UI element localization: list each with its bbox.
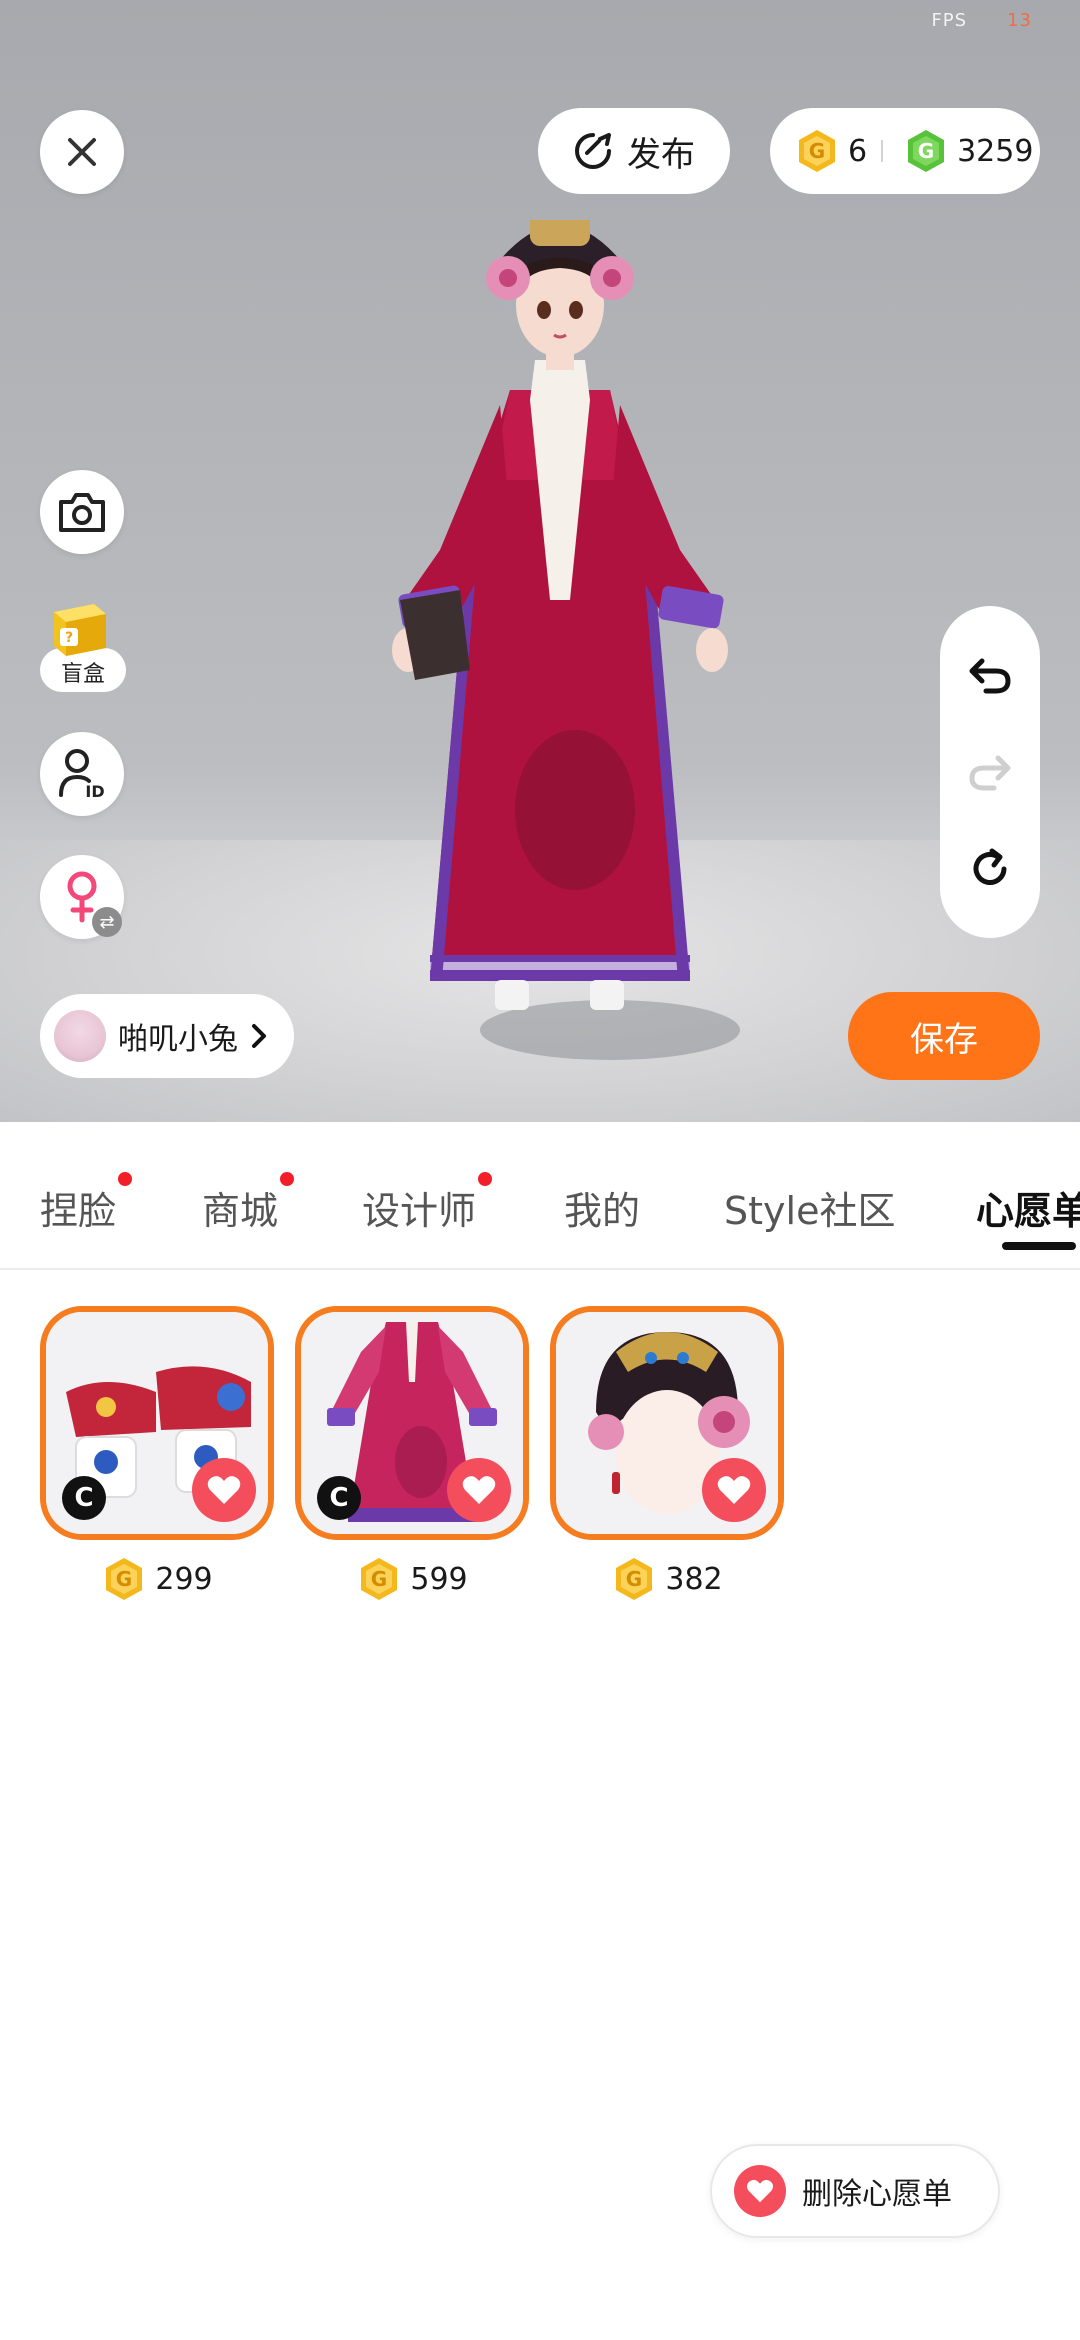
notification-dot — [118, 1172, 133, 1186]
currency-balance[interactable]: G 6 G 3259 — [770, 108, 1040, 194]
gold-coin-count: 6 — [848, 133, 868, 169]
creator-badge: C — [317, 1476, 361, 1520]
active-tab-indicator — [1002, 1242, 1076, 1250]
publish-label: 发布 — [627, 134, 695, 175]
gold-coin-icon: G — [799, 130, 835, 172]
blindbox-icon: ? — [54, 604, 106, 656]
tab-mine[interactable]: 我的 — [564, 1180, 640, 1235]
heart-icon[interactable] — [702, 1458, 766, 1522]
undo-button[interactable] — [958, 643, 1022, 707]
wishlist-item-headdress[interactable] — [550, 1306, 784, 1540]
camera-button[interactable] — [40, 470, 124, 554]
item-price: G 299 — [40, 1556, 274, 1602]
gender-switch-button[interactable]: ⇄ — [40, 855, 124, 939]
avatar-character[interactable] — [360, 220, 760, 1080]
blindbox-button[interactable]: 盲盒 ? — [40, 598, 126, 694]
svg-text:G: G — [371, 1567, 387, 1591]
gold-coin-icon: G — [616, 1558, 653, 1600]
green-coin-icon: G — [908, 130, 945, 172]
close-icon — [68, 138, 96, 166]
category-tabs: 捏脸 商城 设计师 我的 Style社区 心愿单 — [0, 1122, 1080, 1270]
redo-button[interactable] — [958, 740, 1022, 804]
redo-icon — [969, 755, 1011, 791]
heart-icon[interactable] — [192, 1458, 256, 1522]
svg-text:G: G — [626, 1567, 642, 1591]
delete-wishlist-label: 删除心愿单 — [802, 2177, 952, 2212]
svg-text:G: G — [809, 139, 825, 163]
outfit-selector[interactable]: 啪叽小兔 — [40, 994, 294, 1078]
reset-icon — [973, 848, 1007, 886]
currency-divider — [881, 140, 884, 162]
fps-counter: FPS 13 — [931, 10, 1032, 31]
swap-icon: ⇄ — [92, 907, 122, 937]
svg-text:?: ? — [65, 630, 73, 646]
undo-icon — [969, 658, 1011, 694]
chevron-right-icon — [252, 1024, 266, 1048]
tab-mall[interactable]: 商城 — [202, 1172, 295, 1235]
wishlist-item-robe[interactable]: C — [295, 1306, 529, 1540]
svg-text:G: G — [116, 1567, 132, 1591]
item-price: G 382 — [550, 1556, 784, 1602]
avatar-id-icon: ID — [59, 749, 105, 801]
outfit-thumbnail — [54, 1010, 106, 1062]
publish-icon — [575, 133, 611, 169]
svg-text:ID: ID — [85, 782, 104, 801]
avatar-id-button[interactable]: ID — [40, 732, 124, 816]
item-price: G 599 — [295, 1556, 529, 1602]
blindbox-label: 盲盒 — [60, 662, 105, 687]
heart-icon — [734, 2165, 786, 2217]
notification-dot — [280, 1172, 295, 1186]
tab-face[interactable]: 捏脸 — [40, 1172, 133, 1235]
green-coin-count: 3259 — [957, 133, 1034, 169]
avatar-stage[interactable]: FPS 13 发布 G 6 G 3259 盲盒 ? ID ⇄ 啪叽小兔 保存 — [0, 0, 1080, 1122]
creator-badge: C — [62, 1476, 106, 1520]
notification-dot — [478, 1172, 493, 1186]
tab-wishlist[interactable]: 心愿单 — [976, 1180, 1080, 1235]
gold-coin-icon: G — [361, 1558, 398, 1600]
save-button[interactable]: 保存 — [848, 992, 1040, 1080]
delete-wishlist-button[interactable]: 删除心愿单 — [710, 2144, 1000, 2238]
close-button[interactable] — [40, 110, 124, 194]
gold-coin-icon: G — [106, 1558, 143, 1600]
publish-button[interactable]: 发布 — [538, 108, 730, 194]
outfit-name: 啪叽小兔 — [118, 1022, 238, 1057]
wishlist-item-shoes[interactable]: C — [40, 1306, 274, 1540]
reset-button[interactable] — [958, 837, 1022, 901]
svg-text:G: G — [918, 139, 934, 163]
edit-history-panel — [940, 606, 1040, 938]
tab-designer[interactable]: 设计师 — [362, 1172, 493, 1235]
heart-icon[interactable] — [447, 1458, 511, 1522]
camera-icon — [59, 493, 105, 532]
tab-style-community[interactable]: Style社区 — [724, 1180, 895, 1235]
